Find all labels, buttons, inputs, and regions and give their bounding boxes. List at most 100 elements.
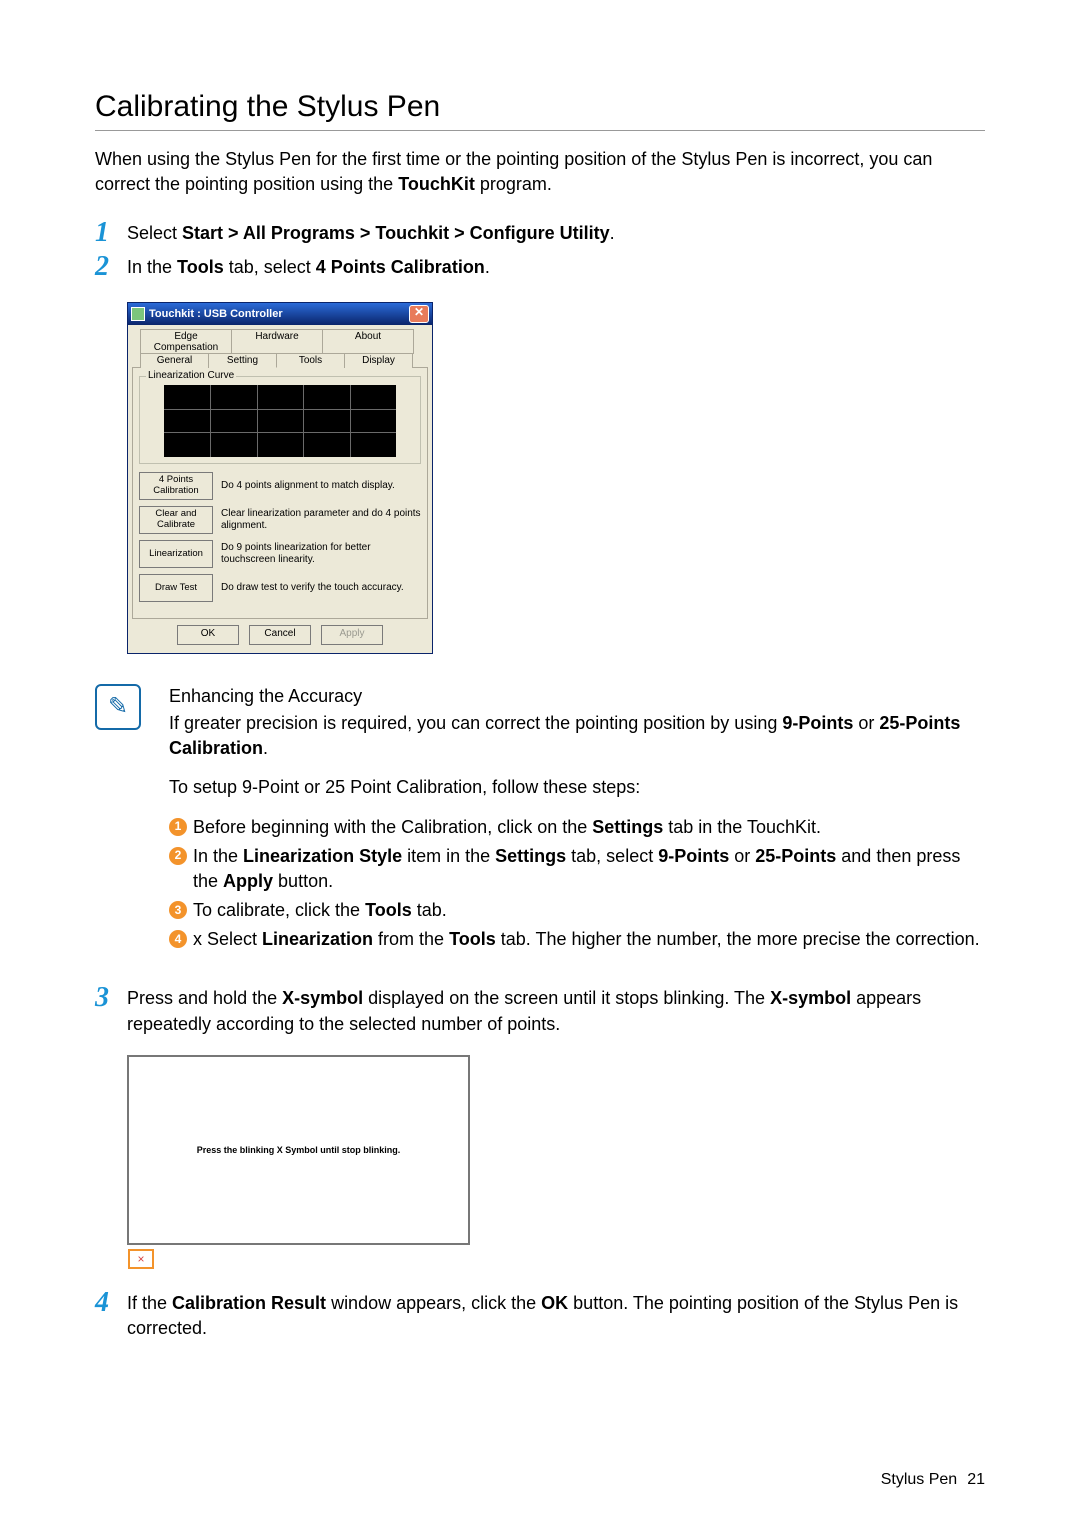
clear-and-calibrate-button[interactable]: Clear and Calibrate [139, 506, 213, 534]
note-bullet-4: 4 x Select Linearization from the Tools … [169, 927, 985, 952]
b2j: Apply [223, 871, 273, 891]
tab-about[interactable]: About [322, 329, 414, 354]
step2-post: . [485, 257, 490, 277]
calibration-close-icon[interactable]: × [128, 1249, 154, 1269]
b4d: Tools [449, 929, 496, 949]
step-2: 2 In the Tools tab, select 4 Points Cali… [95, 255, 985, 280]
b1c: tab in the TouchKit. [663, 817, 821, 837]
app-icon [131, 307, 145, 321]
b1b: Settings [592, 817, 663, 837]
step2-mid: tab, select [224, 257, 316, 277]
step2-tab: Tools [177, 257, 224, 277]
heading-rule [95, 130, 985, 131]
b2k: button. [273, 871, 333, 891]
linearization-button[interactable]: Linearization [139, 540, 213, 568]
note-p1a: If greater precision is required, you ca… [169, 713, 782, 733]
b1a: Before beginning with the Calibration, c… [193, 817, 592, 837]
4points-description: Do 4 points alignment to match display. [221, 480, 421, 492]
group-legend: Linearization Curve [146, 370, 236, 381]
linearization-group: Linearization Curve [139, 376, 421, 464]
note-bullet-3: 3 To calibrate, click the Tools tab. [169, 898, 985, 923]
b2h: 25-Points [755, 846, 836, 866]
tab-edge-compensation[interactable]: Edge Compensation [140, 329, 232, 354]
step-4: 4 If the Calibration Result window appea… [95, 1291, 985, 1341]
b2e: tab, select [566, 846, 658, 866]
note-p2: To setup 9-Point or 25 Point Calibration… [169, 775, 985, 800]
b4c: from the [373, 929, 449, 949]
calibration-screen: Press the blinking X Symbol until stop b… [127, 1055, 470, 1245]
bullet-num-2-icon: 2 [169, 847, 187, 865]
row-4points: 4 Points Calibration Do 4 points alignme… [139, 472, 421, 500]
s4a: If the [127, 1293, 172, 1313]
bullet-num-1-icon: 1 [169, 818, 187, 836]
note-block: ✎ Enhancing the Accuracy If greater prec… [95, 684, 985, 957]
row-clear-calibrate: Clear and Calibrate Clear linearization … [139, 506, 421, 534]
footer-section: Stylus Pen [881, 1471, 957, 1488]
calibration-screenshot: Press the blinking X Symbol until stop b… [127, 1055, 470, 1269]
tab-hardware[interactable]: Hardware [231, 329, 323, 354]
intro-text-end: program. [475, 174, 552, 194]
apply-button[interactable]: Apply [321, 625, 383, 645]
step-number-3: 3 [95, 986, 127, 1010]
tab-display[interactable]: Display [344, 353, 413, 368]
b3a: To calibrate, click the [193, 900, 365, 920]
s3c: displayed on the screen until it stops b… [363, 988, 770, 1008]
b2g: or [729, 846, 755, 866]
step-number-2: 2 [95, 255, 127, 279]
s3b: X-symbol [282, 988, 363, 1008]
step1-path: Start > All Programs > Touchkit > Config… [182, 223, 610, 243]
s4d: OK [541, 1293, 568, 1313]
note-p1: If greater precision is required, you ca… [169, 711, 985, 761]
step-3: 3 Press and hold the X-symbol displayed … [95, 986, 985, 1036]
b4a: x Select [193, 929, 262, 949]
s4c: window appears, click the [326, 1293, 541, 1313]
row-draw-test: Draw Test Do draw test to verify the tou… [139, 574, 421, 602]
b2f: 9-Points [658, 846, 729, 866]
b3b: Tools [365, 900, 412, 920]
intro-program-name: TouchKit [398, 174, 475, 194]
tab-setting[interactable]: Setting [208, 353, 277, 368]
b3c: tab. [412, 900, 447, 920]
tools-panel: Linearization Curve 4 Points Calibration… [132, 367, 428, 619]
page: Calibrating the Stylus Pen When using th… [0, 0, 1080, 1529]
touchkit-dialog: Touchkit : USB Controller ✕ Edge Compens… [127, 302, 433, 654]
cancel-button[interactable]: Cancel [249, 625, 311, 645]
bullet-num-4-icon: 4 [169, 930, 187, 948]
draw-test-description: Do draw test to verify the touch accurac… [221, 582, 421, 594]
step-number-1: 1 [95, 221, 127, 245]
linearization-description: Do 9 points linearization for better tou… [221, 542, 421, 566]
note-bullet-1: 1 Before beginning with the Calibration,… [169, 815, 985, 840]
linearization-curve-display [164, 385, 396, 457]
s3a: Press and hold the [127, 988, 282, 1008]
s3d: X-symbol [770, 988, 851, 1008]
calibration-message: Press the blinking X Symbol until stop b… [197, 1145, 401, 1155]
page-footer: Stylus Pen 21 [881, 1471, 985, 1489]
dialog-title: Touchkit : USB Controller [149, 308, 283, 320]
footer-page-number: 21 [967, 1471, 985, 1488]
touchkit-screenshot: Touchkit : USB Controller ✕ Edge Compens… [127, 302, 433, 654]
intro-paragraph: When using the Stylus Pen for the first … [95, 147, 985, 197]
draw-test-button[interactable]: Draw Test [139, 574, 213, 602]
s4b: Calibration Result [172, 1293, 326, 1313]
note-p1e: . [263, 738, 268, 758]
page-title: Calibrating the Stylus Pen [95, 90, 985, 124]
close-icon[interactable]: ✕ [409, 305, 429, 323]
b4e: tab. The higher the number, the more pre… [496, 929, 980, 949]
ok-button[interactable]: OK [177, 625, 239, 645]
step-number-4: 4 [95, 1291, 127, 1315]
step2-option: 4 Points Calibration [316, 257, 485, 277]
tab-general[interactable]: General [140, 353, 209, 368]
dialog-titlebar: Touchkit : USB Controller ✕ [128, 303, 432, 325]
note-p1b: 9-Points [782, 713, 853, 733]
b4b: Linearization [262, 929, 373, 949]
b2c: item in the [402, 846, 495, 866]
b2d: Settings [495, 846, 566, 866]
step-1: 1 Select Start > All Programs > Touchkit… [95, 221, 985, 246]
step2-pre: In the [127, 257, 177, 277]
tab-tools[interactable]: Tools [276, 353, 345, 368]
4points-calibration-button[interactable]: 4 Points Calibration [139, 472, 213, 500]
note-bullet-2: 2 In the Linearization Style item in the… [169, 844, 985, 894]
note-icon: ✎ [95, 684, 141, 730]
step1-post: . [610, 223, 615, 243]
note-heading: Enhancing the Accuracy [169, 684, 985, 709]
